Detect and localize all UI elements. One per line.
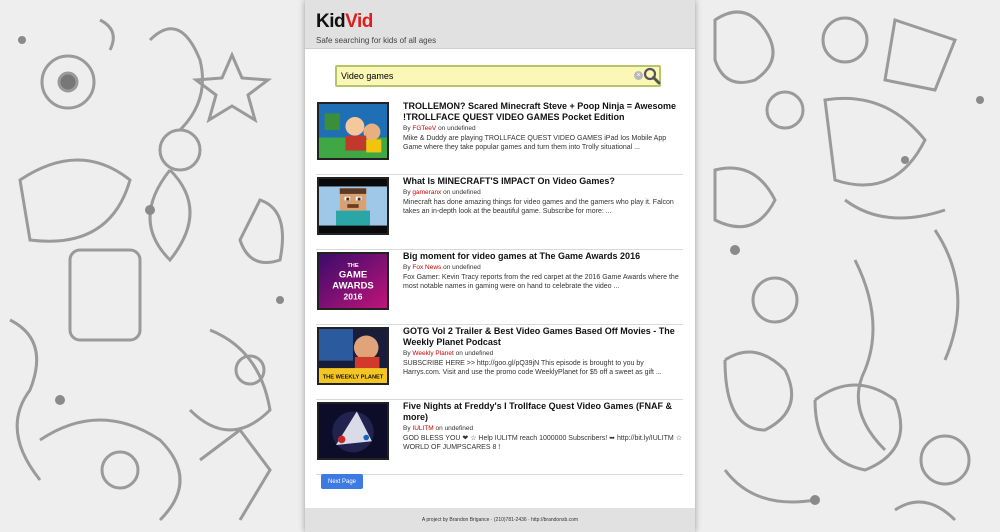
video-thumbnail[interactable]: THE GAME AWARDS 2016 bbox=[317, 252, 389, 310]
by-prefix: By bbox=[403, 189, 411, 196]
channel-link[interactable]: IULITM bbox=[412, 425, 433, 432]
date-text: on undefined bbox=[443, 264, 481, 271]
doodle-background-left bbox=[0, 0, 305, 532]
date-text: on undefined bbox=[443, 189, 481, 196]
logo-kid-text: Kid bbox=[316, 11, 346, 32]
video-title[interactable]: GOTG Vol 2 Trailer & Best Video Games Ba… bbox=[403, 326, 683, 348]
channel-link[interactable]: gameranx bbox=[412, 189, 441, 196]
video-title[interactable]: TROLLEMON? Scared Minecraft Steve + Poop… bbox=[403, 101, 683, 123]
tagline: Safe searching for kids of all ages bbox=[316, 36, 437, 45]
video-byline: By gameranx on undefined bbox=[403, 189, 683, 197]
video-description: GOD BLESS YOU ❤ ☆ Help IULITM reach 1000… bbox=[403, 435, 682, 451]
clear-icon[interactable]: × bbox=[634, 71, 643, 80]
by-prefix: By bbox=[403, 425, 411, 432]
video-byline: By Fox News on undefined bbox=[403, 264, 683, 272]
main-panel: KidVid Safe searching for kids of all ag… bbox=[305, 0, 695, 532]
video-thumbnail[interactable] bbox=[317, 402, 389, 460]
video-description: Minecraft has done amazing things for vi… bbox=[403, 199, 674, 215]
result-item[interactable]: Five Nights at Freddy's I Trollface Ques… bbox=[316, 400, 683, 475]
search-input[interactable] bbox=[339, 68, 633, 84]
channel-link[interactable]: Weekly Planet bbox=[412, 350, 453, 357]
thumb-text-game: GAME bbox=[339, 269, 367, 279]
video-title[interactable]: Five Nights at Freddy's I Trollface Ques… bbox=[403, 401, 683, 423]
search-bar: × bbox=[335, 65, 661, 87]
date-text: on undefined bbox=[435, 425, 474, 432]
video-description: Mike & Duddy are playing TROLLFACE QUEST… bbox=[403, 135, 667, 151]
video-description: SUBSCRIBE HERE >> http://goo.gl/pQ39jN T… bbox=[403, 360, 662, 376]
video-description: Fox Gamer: Kevin Tracy reports from the … bbox=[403, 274, 679, 290]
search-icon[interactable] bbox=[643, 67, 661, 85]
results-list: TROLLEMON? Scared Minecraft Steve + Poop… bbox=[316, 100, 683, 475]
header: KidVid Safe searching for kids of all ag… bbox=[305, 0, 695, 49]
result-item[interactable]: What Is MINECRAFT'S IMPACT On Video Game… bbox=[316, 175, 683, 250]
logo[interactable]: KidVid bbox=[316, 11, 373, 33]
by-prefix: By bbox=[403, 264, 411, 271]
doodle-background-right bbox=[695, 0, 1000, 532]
channel-link[interactable]: Fox News bbox=[412, 264, 441, 271]
date-text: on undefined bbox=[438, 125, 476, 132]
result-item[interactable]: TROLLEMON? Scared Minecraft Steve + Poop… bbox=[316, 100, 683, 175]
logo-vid-text: Vid bbox=[345, 11, 373, 32]
thumb-text-the: THE bbox=[347, 263, 359, 269]
result-item[interactable]: THE GAME AWARDS 2016 Big moment for vide… bbox=[316, 250, 683, 325]
video-thumbnail[interactable] bbox=[317, 102, 389, 160]
video-thumbnail[interactable]: THE WEEKLY PLANET bbox=[317, 327, 389, 385]
by-prefix: By bbox=[403, 125, 411, 132]
video-thumbnail[interactable] bbox=[317, 177, 389, 235]
channel-link[interactable]: FGTeeV bbox=[412, 125, 436, 132]
by-prefix: By bbox=[403, 350, 411, 357]
next-page-button[interactable]: Next Page bbox=[321, 474, 363, 489]
video-byline: By FGTeeV on undefined bbox=[403, 125, 683, 133]
video-byline: By Weekly Planet on undefined bbox=[403, 350, 683, 358]
date-text: on undefined bbox=[455, 350, 494, 357]
thumb-text-awards: AWARDS bbox=[332, 281, 373, 291]
video-title[interactable]: What Is MINECRAFT'S IMPACT On Video Game… bbox=[403, 176, 683, 187]
video-byline: By IULITM on undefined bbox=[403, 425, 683, 433]
video-title[interactable]: Big moment for video games at The Game A… bbox=[403, 251, 683, 262]
thumb-text-weekly-planet: THE WEEKLY PLANET bbox=[323, 374, 384, 380]
thumb-text-year: 2016 bbox=[344, 292, 363, 302]
footer: A project by Brandon Brigance · (210)781… bbox=[305, 508, 695, 532]
result-item[interactable]: THE WEEKLY PLANET GOTG Vol 2 Trailer & B… bbox=[316, 325, 683, 400]
